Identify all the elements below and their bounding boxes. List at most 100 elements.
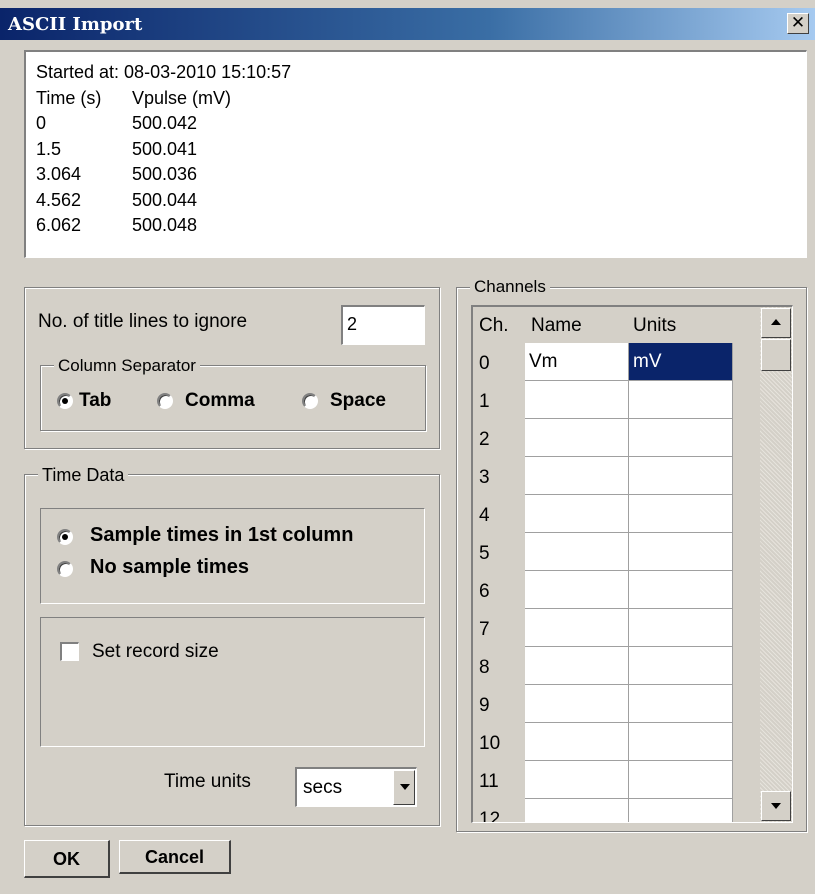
chevron-down-icon [400,784,410,790]
preview-col1: Started at: 08-03-2010 15:10:57 [36,62,292,82]
channel-units-cell[interactable] [629,571,733,609]
time-units-select[interactable]: secs [295,767,417,807]
channel-units-cell[interactable] [629,419,733,457]
channel-row: 0 Vm mV [473,343,763,381]
channel-number: 10 [479,733,501,754]
channel-row: 11 [473,761,763,799]
channel-number: 1 [479,391,490,412]
preview-col2: 500.044 [132,189,198,210]
channel-number: 7 [479,619,490,640]
channel-units-cell[interactable] [629,495,733,533]
channel-units-cell[interactable] [629,647,733,685]
preview-col1: 4.562 [36,189,82,210]
cancel-button[interactable]: Cancel [119,840,231,874]
preview-line: Time (s) Vpulse (mV) [36,86,806,112]
radio-no-sample-times-label[interactable]: No sample times [90,556,249,579]
channel-name-cell[interactable] [525,609,629,647]
channel-name-cell[interactable] [525,571,629,609]
preview-line: 3.064 500.036 [36,162,806,188]
channel-row: 6 [473,571,763,609]
channel-number: 3 [479,467,490,488]
arrow-up-icon [771,319,781,325]
channel-units-cell[interactable] [629,381,733,419]
scroll-up-button[interactable] [761,308,791,338]
preview-col2: Vpulse (mV) [132,87,232,108]
set-record-size-label[interactable]: Set record size [92,641,219,663]
channel-number: 4 [479,505,490,526]
time-data-label: Time Data [38,465,129,485]
channel-number: 0 [479,353,490,374]
header-units: Units [633,315,677,336]
preview-col2: 500.042 [132,113,198,133]
preview-col1: 3.064 [36,164,82,184]
window-title: ASCII Import [8,14,143,35]
radio-selected-dot [62,398,68,404]
channel-name-cell[interactable] [525,381,629,419]
channels-table-header: Ch. Name Units [473,307,763,343]
channel-row: 8 [473,647,763,685]
time-units-label: Time units [164,771,251,792]
channel-units-cell[interactable] [629,761,733,799]
channel-row: 3 [473,457,763,495]
title-lines-label: No. of title lines to ignore [38,311,248,332]
scroll-thumb[interactable] [761,339,791,371]
channel-name-cell[interactable] [525,761,629,799]
channel-units-cell[interactable] [629,457,733,495]
time-units-dropdown-button[interactable] [393,770,415,805]
channel-units-cell[interactable] [629,723,733,761]
preview-line: 4.562 500.044 [36,188,806,214]
channels-scrollbar[interactable] [760,307,792,822]
radio-sample-times[interactable] [57,529,73,545]
channel-name-cell[interactable] [525,457,629,495]
column-separator-label: Column Separator [54,356,200,376]
channel-units-cell[interactable] [629,685,733,723]
radio-space[interactable] [302,393,318,409]
channel-row: 12 [473,799,763,823]
channels-table[interactable]: Ch. Name Units 0 Vm mV 1 2 3 4 5 6 7 8 9 10 11 12 [471,305,793,823]
channel-name-cell[interactable] [525,647,629,685]
header-ch: Ch. [479,315,509,336]
channel-name-cell[interactable] [525,685,629,723]
channel-name-cell[interactable] [525,799,629,822]
radio-tab[interactable] [57,393,73,409]
scroll-down-button[interactable] [761,791,791,821]
preview-line: Started at: 08-03-2010 15:10:57 [36,60,806,86]
radio-tab-label[interactable]: Tab [79,390,111,412]
header-name: Name [531,315,582,336]
set-record-size-checkbox[interactable] [60,642,79,661]
preview-line: 6.062 500.048 [36,213,806,239]
channel-number: 2 [479,429,490,450]
channel-row: 7 [473,609,763,647]
file-preview-textarea[interactable]: Started at: 08-03-2010 15:10:57 Time (s) V… [24,50,807,258]
channel-units-cell[interactable]: mV [629,343,733,381]
channel-name-cell[interactable] [525,533,629,571]
channel-name-cell[interactable] [525,723,629,761]
channel-name-cell[interactable] [525,495,629,533]
radio-space-label[interactable]: Space [330,390,386,412]
close-button[interactable]: ✕ [787,13,809,34]
preview-col2: 500.041 [132,138,198,159]
channel-name-cell[interactable]: Vm [525,343,629,381]
channel-units-cell[interactable] [629,533,733,571]
channel-name-cell[interactable] [525,419,629,457]
radio-sample-times-label[interactable]: Sample times in 1st column [90,524,353,547]
preview-col1: 6.062 [36,215,82,235]
channel-number: 9 [479,695,490,716]
channel-row: 1 [473,381,763,419]
radio-comma[interactable] [157,393,173,409]
channel-number: 12 [479,809,501,823]
ok-button[interactable]: OK [24,840,110,878]
preview-col1: 0 [36,113,47,133]
channel-row: 2 [473,419,763,457]
channel-units-cell[interactable] [629,799,733,822]
arrow-down-icon [771,803,781,809]
channel-number: 11 [479,771,499,792]
preview-line: 1.5 500.041 [36,137,806,163]
channel-units-cell[interactable] [629,609,733,647]
channels-label: Channels [470,277,550,297]
radio-no-sample-times[interactable] [57,561,73,577]
record-size-panel [40,617,425,747]
title-bar[interactable]: ASCII Import ✕ [0,8,815,40]
radio-comma-label[interactable]: Comma [185,390,255,412]
title-lines-input[interactable]: 2 [341,305,425,345]
